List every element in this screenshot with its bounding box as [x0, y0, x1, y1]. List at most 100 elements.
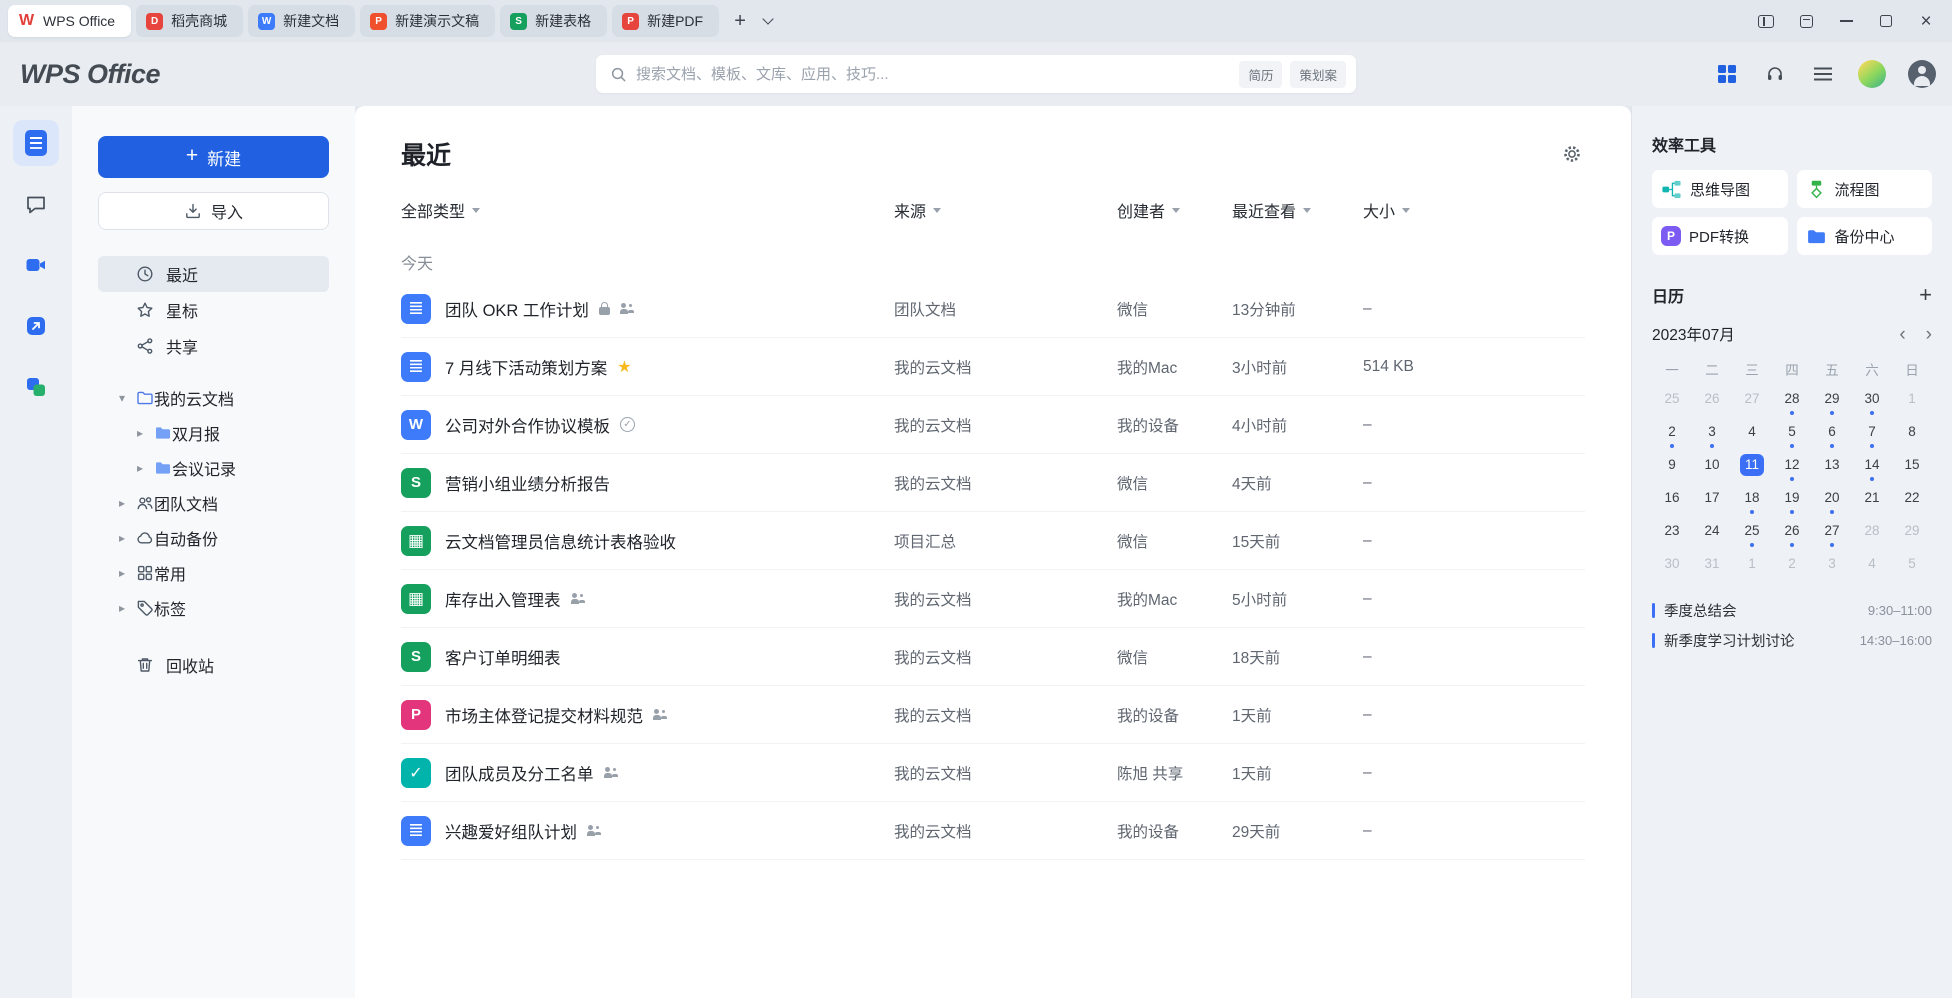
sidebar-item-trash[interactable]: 回收站 — [98, 647, 329, 683]
new-tab-button[interactable]: + — [725, 6, 755, 36]
calendar-day[interactable]: 24 — [1692, 517, 1732, 550]
calendar-day[interactable]: 4 — [1732, 418, 1772, 451]
calendar-day[interactable]: 27 — [1732, 385, 1772, 418]
calendar-day[interactable]: 4 — [1852, 550, 1892, 583]
file-row[interactable]: 客户订单明细表 我的云文档 微信 18天前 – — [401, 628, 1585, 686]
calendar-day[interactable]: 25 — [1732, 517, 1772, 550]
workspace-button[interactable] — [1788, 6, 1824, 36]
new-document-button[interactable]: + 新建 — [98, 136, 329, 178]
maximize-button[interactable] — [1868, 6, 1904, 36]
file-row[interactable]: 库存出入管理表 我的云文档 我的Mac 5小时前 – — [401, 570, 1585, 628]
add-event-button[interactable]: + — [1919, 284, 1932, 306]
calendar-day[interactable]: 14 — [1852, 451, 1892, 484]
caret-right-icon[interactable]: ▸ — [126, 426, 154, 440]
calendar-day[interactable]: 5 — [1892, 550, 1932, 583]
rail-apps-button[interactable] — [13, 364, 59, 410]
calendar-day[interactable]: 13 — [1812, 451, 1852, 484]
calendar-day[interactable]: 2 — [1772, 550, 1812, 583]
list-settings-button[interactable] — [1559, 141, 1585, 167]
calendar-day[interactable]: 2 — [1652, 418, 1692, 451]
minimize-button[interactable] — [1828, 6, 1864, 36]
search-input[interactable] — [636, 66, 1231, 83]
user-avatar[interactable] — [1908, 60, 1936, 88]
file-row[interactable]: 兴趣爱好组队计划 我的云文档 我的设备 29天前 – — [401, 802, 1585, 860]
membership-avatar[interactable] — [1858, 60, 1886, 88]
calendar-day[interactable]: 6 — [1812, 418, 1852, 451]
window-tab[interactable]: 新建PDF — [612, 5, 719, 37]
import-button[interactable]: 导入 — [98, 192, 329, 230]
tab-list-dropdown-button[interactable] — [755, 6, 781, 36]
calendar-prev-button[interactable]: ‹ — [1899, 325, 1905, 344]
calendar-day[interactable]: 3 — [1692, 418, 1732, 451]
window-tab[interactable]: 新建演示文稿 — [360, 5, 495, 37]
tool-backup-center[interactable]: 备份中心 — [1797, 217, 1933, 255]
sidebar-item-tags[interactable]: ▸ 标签 — [98, 590, 329, 625]
calendar-day[interactable]: 18 — [1732, 484, 1772, 517]
sidebar-item-my-cloud-docs[interactable]: ▾ 我的云文档 — [98, 380, 329, 415]
window-tab[interactable]: WPS Office — [8, 5, 131, 37]
calendar-next-button[interactable]: › — [1926, 325, 1932, 344]
sidebar-item-starred[interactable]: 星标 — [98, 292, 329, 328]
filter-size[interactable]: 大小 — [1363, 198, 1585, 222]
search-bar[interactable]: 简历 策划案 — [596, 55, 1356, 93]
caret-right-icon[interactable]: ▸ — [126, 461, 154, 475]
filter-type[interactable]: 全部类型 — [401, 198, 894, 222]
calendar-day[interactable]: 28 — [1772, 385, 1812, 418]
calendar-day[interactable]: 29 — [1892, 517, 1932, 550]
search-tag-resume[interactable]: 简历 — [1239, 61, 1282, 88]
calendar-day[interactable]: 8 — [1892, 418, 1932, 451]
calendar-day[interactable]: 31 — [1692, 550, 1732, 583]
caret-right-icon[interactable]: ▸ — [108, 601, 136, 615]
caret-right-icon[interactable]: ▸ — [108, 531, 136, 545]
rail-chat-button[interactable] — [13, 181, 59, 227]
filter-viewed[interactable]: 最近查看 — [1232, 198, 1363, 222]
calendar-day[interactable]: 20 — [1812, 484, 1852, 517]
global-menu-button[interactable] — [1810, 61, 1836, 87]
sidebar-item-recent[interactable]: 最近 — [98, 256, 329, 292]
file-row[interactable]: 公司对外合作协议模板 我的云文档 我的设备 4小时前 – — [401, 396, 1585, 454]
calendar-day[interactable]: 30 — [1852, 385, 1892, 418]
caret-right-icon[interactable]: ▸ — [108, 566, 136, 580]
window-tab[interactable]: 新建表格 — [500, 5, 607, 37]
calendar-day[interactable]: 1 — [1732, 550, 1772, 583]
rail-docs-button[interactable] — [13, 120, 59, 166]
tool-pdf-convert[interactable]: PDF转换 — [1652, 217, 1788, 255]
calendar-day[interactable]: 3 — [1812, 550, 1852, 583]
calendar-day[interactable]: 9 — [1652, 451, 1692, 484]
file-row[interactable]: 云文档管理员信息统计表格验收 项目汇总 微信 15天前 – — [401, 512, 1585, 570]
sidebar-item-team-docs[interactable]: ▸ 团队文档 — [98, 485, 329, 520]
calendar-day[interactable]: 19 — [1772, 484, 1812, 517]
close-button[interactable]: × — [1908, 6, 1944, 36]
sidebar-item-bimonthly-report[interactable]: ▸ 双月报 — [98, 415, 329, 450]
rail-transfer-button[interactable] — [13, 303, 59, 349]
calendar-day[interactable]: 22 — [1892, 484, 1932, 517]
sidebar-item-shared[interactable]: 共享 — [98, 328, 329, 364]
window-tab[interactable]: 新建文档 — [248, 5, 355, 37]
rail-meetings-button[interactable] — [13, 242, 59, 288]
filter-source[interactable]: 来源 — [894, 198, 1117, 222]
calendar-day[interactable]: 17 — [1692, 484, 1732, 517]
calendar-day[interactable]: 16 — [1652, 484, 1692, 517]
support-button[interactable] — [1762, 61, 1788, 87]
event-row[interactable]: 季度总结会 9:30–11:00 — [1652, 595, 1932, 625]
calendar-day[interactable]: 29 — [1812, 385, 1852, 418]
calendar-day[interactable]: 28 — [1852, 517, 1892, 550]
calendar-day[interactable]: 25 — [1652, 385, 1692, 418]
calendar-day[interactable]: 15 — [1892, 451, 1932, 484]
calendar-day[interactable]: 1 — [1892, 385, 1932, 418]
search-tag-plan[interactable]: 策划案 — [1290, 61, 1346, 88]
calendar-day[interactable]: 11 — [1732, 451, 1772, 484]
filter-creator[interactable]: 创建者 — [1117, 198, 1232, 222]
calendar-day[interactable]: 30 — [1652, 550, 1692, 583]
calendar-day[interactable]: 5 — [1772, 418, 1812, 451]
file-row[interactable]: 团队 OKR 工作计划 团队文档 微信 13分钟前 – — [401, 280, 1585, 338]
calendar-day[interactable]: 23 — [1652, 517, 1692, 550]
file-row[interactable]: 营销小组业绩分析报告 我的云文档 微信 4天前 – — [401, 454, 1585, 512]
calendar-day[interactable]: 7 — [1852, 418, 1892, 451]
file-row[interactable]: 团队成员及分工名单 我的云文档 陈旭 共享 1天前 – — [401, 744, 1585, 802]
file-row[interactable]: 7 月线下活动策划方案 我的云文档 我的Mac 3小时前 514 KB — [401, 338, 1585, 396]
calendar-day[interactable]: 10 — [1692, 451, 1732, 484]
tool-flowchart[interactable]: 流程图 — [1797, 170, 1933, 208]
sidebar-item-frequent[interactable]: ▸ 常用 — [98, 555, 329, 590]
calendar-day[interactable]: 12 — [1772, 451, 1812, 484]
